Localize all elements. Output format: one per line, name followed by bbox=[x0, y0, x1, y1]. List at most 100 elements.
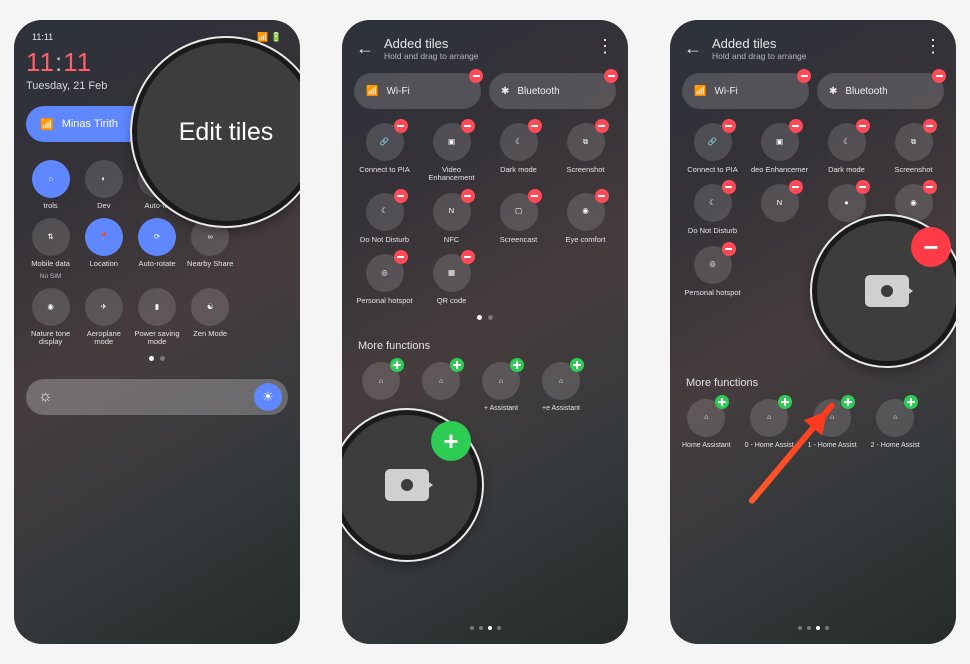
remove-badge-icon[interactable] bbox=[528, 119, 542, 133]
brightness-slider[interactable]: ☼ ☀ bbox=[26, 379, 288, 415]
qs-tile[interactable]: ☯Zen Mode bbox=[186, 288, 235, 347]
function-tile[interactable]: ⌂0 - Home Assist bbox=[745, 399, 794, 449]
remove-badge-icon[interactable] bbox=[469, 69, 483, 83]
remove-badge-icon[interactable] bbox=[461, 119, 475, 133]
function-tile[interactable]: ⌂ + Assistant bbox=[482, 362, 520, 412]
added-tile[interactable]: ☾Dark mode bbox=[816, 123, 877, 174]
tile-label: Dark mode bbox=[828, 166, 865, 174]
qs-tile[interactable]: ✈Aeroplane mode bbox=[79, 288, 128, 347]
qs-tile[interactable]: ◐Dev bbox=[79, 160, 128, 210]
remove-badge-icon[interactable] bbox=[932, 69, 946, 83]
remove-badge-icon[interactable] bbox=[394, 119, 408, 133]
qs-tile[interactable]: ⟳Auto-rotate bbox=[132, 218, 181, 279]
add-badge-icon[interactable] bbox=[570, 358, 584, 372]
tile-label: Screenshot bbox=[895, 166, 933, 174]
remove-badge-icon[interactable] bbox=[722, 180, 736, 194]
qs-tile[interactable]: ⇅Mobile dataNo SIM bbox=[26, 218, 75, 279]
added-tile[interactable]: N NFC bbox=[421, 193, 482, 244]
remove-badge-icon[interactable] bbox=[595, 189, 609, 203]
wide-tile[interactable]: ✱Bluetooth bbox=[489, 73, 616, 109]
tile-label: Eye comfort bbox=[565, 236, 605, 244]
qs-tile[interactable]: ∞Nearby Share bbox=[186, 218, 235, 279]
remove-badge-icon[interactable] bbox=[461, 250, 475, 264]
tile-label: Auto-rotate bbox=[138, 260, 175, 268]
qs-tile[interactable]: ▮Power saving mode bbox=[132, 288, 181, 347]
add-badge-icon[interactable] bbox=[390, 358, 404, 372]
wide-tiles-row: 📶Wi-Fi✱Bluetooth bbox=[682, 73, 944, 109]
remove-badge-icon[interactable] bbox=[856, 180, 870, 194]
remove-badge-icon[interactable] bbox=[722, 242, 736, 256]
added-tile[interactable]: ◎Personal hotspot bbox=[354, 254, 415, 305]
function-icon: ⌂ bbox=[482, 362, 520, 400]
function-tile[interactable]: ⌂2 - Home Assist bbox=[871, 399, 920, 449]
qs-tile[interactable]: ◉Nature tone display bbox=[26, 288, 75, 347]
function-tile[interactable]: ⌂+e Assistant bbox=[542, 362, 580, 412]
tile-icon: ☾ bbox=[500, 123, 538, 161]
back-icon[interactable]: ← bbox=[684, 38, 702, 59]
phone-panel-2: ← Added tiles Hold and drag to arrange ⋮… bbox=[342, 20, 628, 644]
added-tile[interactable]: N bbox=[749, 184, 810, 235]
add-badge-icon[interactable] bbox=[841, 395, 855, 409]
tile-icon: ✈ bbox=[85, 288, 123, 326]
added-tile[interactable]: ⧉Screenshot bbox=[883, 123, 944, 174]
remove-badge-icon[interactable] bbox=[923, 119, 937, 133]
tile-icon: ⌂ bbox=[32, 160, 70, 198]
tile-icon: N bbox=[433, 193, 471, 231]
added-tile[interactable]: 🔗Connect to PIA bbox=[682, 123, 743, 174]
remove-badge-icon[interactable] bbox=[856, 119, 870, 133]
added-tile[interactable]: ▣Video Enhancement bbox=[421, 123, 482, 183]
remove-badge-icon[interactable] bbox=[722, 119, 736, 133]
function-tile[interactable]: ⌂Home Assistant bbox=[682, 399, 731, 449]
add-badge-icon[interactable] bbox=[510, 358, 524, 372]
function-icon: ⌂ bbox=[362, 362, 400, 400]
tile-icon: ☾ bbox=[694, 184, 732, 222]
back-icon[interactable]: ← bbox=[356, 38, 374, 59]
more-icon[interactable]: ⋮ bbox=[596, 36, 614, 57]
tile-icon: 🔗 bbox=[366, 123, 404, 161]
tile-icon: N bbox=[761, 184, 799, 222]
qs-tile[interactable]: 📍Location bbox=[79, 218, 128, 279]
remove-badge-icon[interactable] bbox=[394, 250, 408, 264]
tile-label: NFC bbox=[444, 236, 459, 244]
add-badge-icon[interactable] bbox=[715, 395, 729, 409]
added-tile[interactable]: ◎Personal hotspot bbox=[682, 246, 743, 297]
qs-tile[interactable]: ⌂trols bbox=[26, 160, 75, 210]
added-tile[interactable]: ▦QR code bbox=[421, 254, 482, 305]
added-tile[interactable]: ▣deo Enhancemer bbox=[749, 123, 810, 174]
bottom-page-indicator bbox=[670, 626, 956, 630]
remove-badge-icon[interactable] bbox=[461, 189, 475, 203]
remove-badge-icon[interactable] bbox=[595, 119, 609, 133]
function-tile[interactable]: ⌂ bbox=[362, 362, 400, 412]
added-tile[interactable]: ⧉Screenshot bbox=[555, 123, 616, 183]
tile-label: Screenshot bbox=[567, 166, 605, 174]
more-icon[interactable]: ⋮ bbox=[924, 36, 942, 57]
remove-badge-icon[interactable] bbox=[394, 189, 408, 203]
added-tile[interactable]: ◉Eye comfort bbox=[555, 193, 616, 244]
wide-tile[interactable]: 📶Wi-Fi bbox=[354, 73, 481, 109]
remove-badge-icon[interactable] bbox=[789, 180, 803, 194]
added-tile[interactable]: ☾Do Not Disturb bbox=[682, 184, 743, 235]
wide-tiles-row: 📶Wi-Fi✱Bluetooth bbox=[354, 73, 616, 109]
tile-label: Dev bbox=[97, 202, 110, 210]
tile-icon: ☾ bbox=[366, 193, 404, 231]
wide-tile[interactable]: 📶Wi-Fi bbox=[682, 73, 809, 109]
added-tile[interactable]: 🔗Connect to PIA bbox=[354, 123, 415, 183]
function-label: + Assistant bbox=[484, 405, 518, 412]
remove-badge-icon[interactable] bbox=[789, 119, 803, 133]
added-tile[interactable]: ▢Screencast bbox=[488, 193, 549, 244]
added-tile[interactable]: ☾Dark mode bbox=[488, 123, 549, 183]
remove-badge-icon[interactable] bbox=[528, 189, 542, 203]
remove-badge-icon[interactable] bbox=[923, 180, 937, 194]
added-tile[interactable]: ☾Do Not Disturb bbox=[354, 193, 415, 244]
function-icon: ⌂ bbox=[687, 399, 725, 437]
remove-badge-icon[interactable] bbox=[797, 69, 811, 83]
remove-badge-icon[interactable] bbox=[604, 69, 618, 83]
add-badge-icon[interactable] bbox=[904, 395, 918, 409]
wide-tile[interactable]: ✱Bluetooth bbox=[817, 73, 944, 109]
bt-icon: ✱ bbox=[829, 86, 837, 97]
brightness-high-icon[interactable]: ☀ bbox=[254, 383, 282, 411]
add-badge-icon[interactable] bbox=[778, 395, 792, 409]
function-tile[interactable]: ⌂ bbox=[422, 362, 460, 412]
bottom-page-indicator bbox=[342, 626, 628, 630]
add-badge-icon[interactable] bbox=[450, 358, 464, 372]
